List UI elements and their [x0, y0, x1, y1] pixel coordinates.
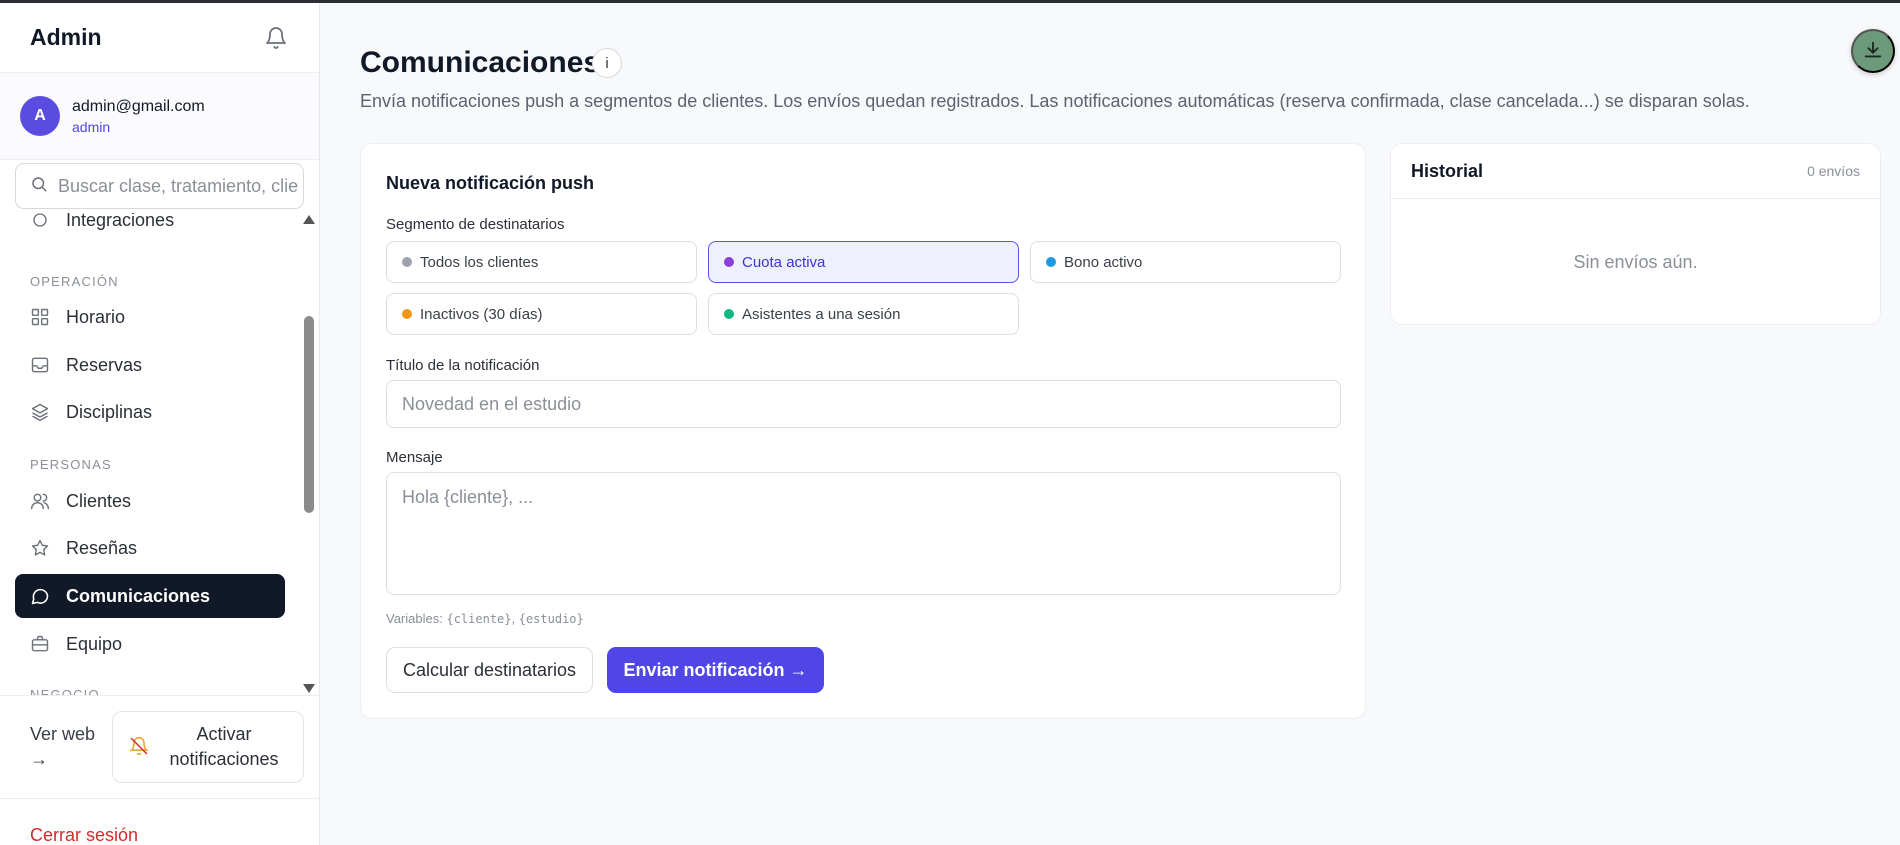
- segment-label: Todos los clientes: [420, 253, 539, 271]
- search-box: [15, 163, 304, 209]
- activar-notificaciones-button[interactable]: Activar notificaciones: [112, 711, 304, 783]
- segment-dot: [1046, 257, 1056, 267]
- segment-label: Inactivos (30 días): [420, 305, 543, 323]
- star-icon: [30, 538, 50, 558]
- sidebar-item-label: Horario: [66, 306, 126, 327]
- bell-icon[interactable]: [263, 25, 289, 51]
- variables-hint: Variables: {cliente}, {estudio}: [386, 611, 584, 626]
- sidebar-scrollbar[interactable]: [302, 213, 316, 695]
- activar-notificaciones-label: Activar notificaciones: [169, 724, 279, 769]
- variable-cliente: {cliente}: [446, 612, 512, 626]
- history-header: Historial 0 envíos: [1391, 144, 1880, 199]
- segment-label: Segmento de destinatarios: [386, 216, 565, 233]
- sidebar-item-resenas[interactable]: Reseñas: [15, 526, 285, 570]
- bell-off-icon: [129, 736, 149, 759]
- sidebar-item-label: Integraciones: [66, 213, 175, 230]
- sidebar-item-integraciones[interactable]: Integraciones: [15, 213, 285, 242]
- sidebar-item-reservas[interactable]: Reservas: [15, 343, 285, 387]
- sidebar-item-label: Equipo: [66, 633, 123, 654]
- section-operacion: OPERACIÓN: [30, 274, 119, 289]
- sidebar-item-label: Comunicaciones: [66, 585, 211, 606]
- search-input[interactable]: [58, 175, 298, 197]
- segment-todos[interactable]: Todos los clientes: [386, 241, 697, 283]
- variables-prefix: Variables:: [386, 611, 447, 626]
- enviar-notificacion-button[interactable]: Enviar notificación →: [607, 647, 824, 693]
- segment-dot: [402, 309, 412, 319]
- sidebar-item-label: Reseñas: [66, 537, 138, 558]
- ver-web-link[interactable]: Ver web →: [30, 722, 110, 772]
- sidebar-item-clientes[interactable]: Clientes: [15, 479, 285, 523]
- segment-label: Asistentes a una sesión: [742, 305, 901, 323]
- segment-inactivos[interactable]: Inactivos (30 días): [386, 293, 697, 335]
- section-negocio: NEGOCIO: [30, 687, 100, 695]
- sidebar-nav: Integraciones OPERACIÓN Horario Reservas…: [0, 213, 300, 695]
- segment-dot: [724, 257, 734, 267]
- logout-link[interactable]: Cerrar sesión: [30, 825, 138, 845]
- sidebar-title: Admin: [30, 24, 102, 50]
- history-card: Historial 0 envíos Sin envíos aún.: [1390, 143, 1881, 325]
- briefcase-icon: [30, 634, 50, 654]
- sidebar-header: Admin: [0, 3, 319, 73]
- scroll-down-arrow[interactable]: [303, 684, 315, 693]
- form-title: Nueva notificación push: [386, 173, 595, 193]
- users-icon: [30, 491, 50, 511]
- title-field-label: Título de la notificación: [386, 357, 540, 374]
- sidebar-item-label: Reservas: [66, 354, 143, 375]
- segment-cuota-activa[interactable]: Cuota activa: [708, 241, 1019, 283]
- sidebar-item-label: Clientes: [66, 490, 132, 511]
- scroll-thumb[interactable]: [304, 316, 314, 513]
- sidebar-footer: Ver web → Activar notificaciones: [0, 695, 319, 798]
- avatar: A: [20, 96, 60, 136]
- user-role: admin: [72, 118, 111, 135]
- sidebar: Admin A admin@gmail.com admin Integracio…: [0, 3, 320, 845]
- message-textarea[interactable]: [386, 472, 1341, 595]
- inbox-icon: [30, 355, 50, 375]
- notification-form-card: Nueva notificación push Segmento de dest…: [360, 143, 1366, 719]
- message-circle-icon: [30, 586, 50, 606]
- circle-icon: [30, 213, 50, 230]
- segment-label: Cuota activa: [742, 253, 826, 271]
- page-description: Envía notificaciones push a segmentos de…: [360, 91, 1750, 111]
- history-empty-state: Sin envíos aún.: [1573, 252, 1698, 272]
- segment-asistentes[interactable]: Asistentes a una sesión: [708, 293, 1019, 335]
- grid-icon: [30, 307, 50, 327]
- sidebar-item-equipo[interactable]: Equipo: [15, 622, 285, 666]
- download-icon: [1862, 39, 1884, 64]
- scroll-up-arrow[interactable]: [303, 215, 315, 224]
- history-count: 0 envíos: [1807, 163, 1860, 179]
- title-input[interactable]: [386, 380, 1341, 428]
- layers-icon: [30, 402, 50, 422]
- user-card: A admin@gmail.com admin: [0, 73, 319, 160]
- segment-bono-activo[interactable]: Bono activo: [1030, 241, 1341, 283]
- sidebar-item-label: Disciplinas: [66, 401, 153, 422]
- variable-estudio: {estudio}: [518, 612, 584, 626]
- download-button[interactable]: [1851, 29, 1895, 73]
- segment-label: Bono activo: [1064, 253, 1143, 271]
- section-personas: PERSONAS: [30, 457, 112, 472]
- calcular-destinatarios-button[interactable]: Calcular destinatarios: [386, 647, 593, 693]
- history-title: Historial: [1411, 160, 1484, 181]
- sidebar-item-disciplinas[interactable]: Disciplinas: [15, 390, 285, 434]
- search-icon: [30, 175, 48, 198]
- variables-separator: ,: [511, 611, 519, 626]
- logout-row: Cerrar sesión: [0, 798, 319, 845]
- segment-dot: [402, 257, 412, 267]
- sidebar-item-comunicaciones[interactable]: Comunicaciones: [15, 574, 285, 618]
- info-button[interactable]: i: [592, 48, 622, 78]
- user-email: admin@gmail.com: [72, 97, 205, 115]
- sidebar-item-horario[interactable]: Horario: [15, 295, 285, 339]
- message-field-label: Mensaje: [386, 449, 443, 466]
- page-title: Comunicaciones: [360, 46, 601, 79]
- segment-dot: [724, 309, 734, 319]
